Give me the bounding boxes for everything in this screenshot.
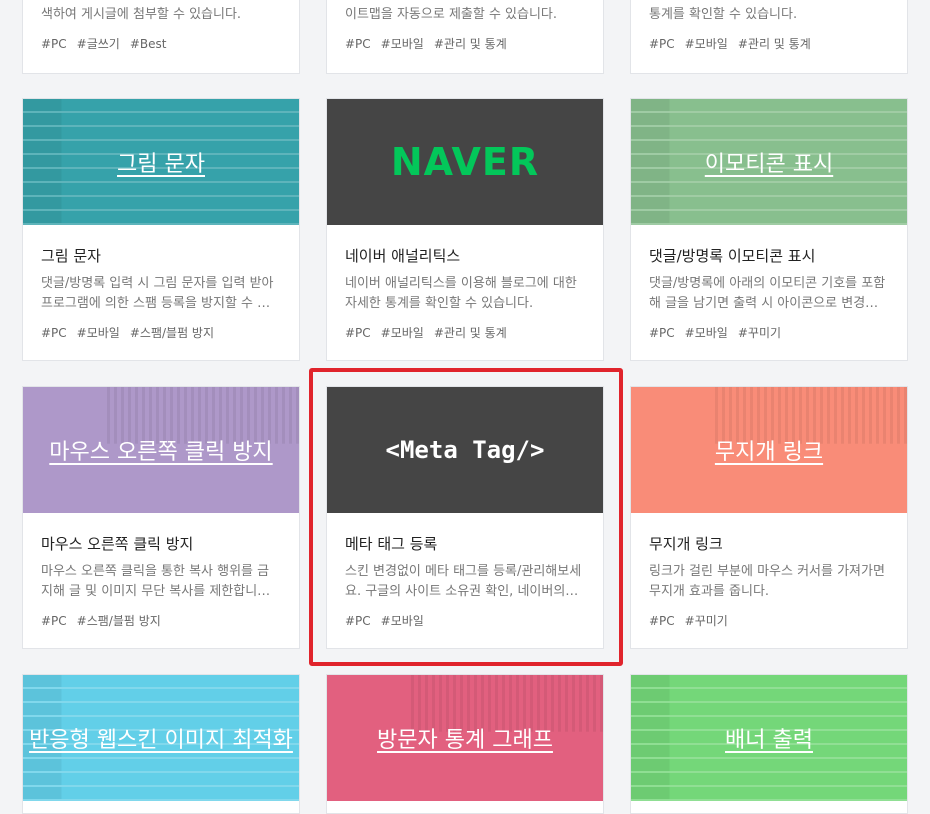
plugin-thumbnail[interactable]: 이모티콘 표시 [631,99,907,225]
plugin-card-top-1[interactable]: 색하여 게시글에 첨부할 수 있습니다. #PC #글쓰기 #Best [22,0,300,74]
plugin-desc: 마우스 오른쪽 클릭을 통한 복사 행위를 금지해 글 및 이미지 무단 복사를… [41,564,274,599]
plugin-title[interactable]: 댓글/방명록 이모티콘 표시 [649,245,889,266]
plugin-card-responsive-image[interactable]: 반응형 웹스킨 이미지 최적화 [22,674,300,814]
plugin-title[interactable]: 마우스 오른쪽 클릭 방지 [41,533,281,554]
tag[interactable]: #모바일 [381,37,424,51]
plugin-desc: 링크가 걸린 부분에 마우스 커서를 가져가면 무지개 효과를 줍니다. [649,564,885,599]
tag[interactable]: #PC [41,614,67,628]
plugin-card-rainbow-link[interactable]: 무지개 링크 무지개 링크 링크가 걸린 부분에 마우스 커서를 가져가면 무지… [630,386,908,649]
tag[interactable]: #관리 및 통계 [434,37,507,51]
plugin-tags: #PC #모바일 #꾸미기 [649,324,889,341]
thumbnail-label: 배너 출력 [725,728,813,753]
tag[interactable]: #꾸미기 [685,614,728,628]
plugin-card-top-3[interactable]: 통계를 확인할 수 있습니다. #PC #모바일 #관리 및 통계 [630,0,908,74]
plugin-thumbnail[interactable]: 배너 출력 [631,675,907,801]
tag[interactable]: #PC [41,37,67,51]
tag[interactable]: #모바일 [685,37,728,51]
tag[interactable]: #모바일 [381,326,424,340]
plugin-tags: #PC #모바일 #관리 및 통계 [345,324,585,341]
tag[interactable]: #모바일 [77,326,120,340]
plugin-tags: #PC #모바일 #스팸/블펌 방지 [41,324,281,341]
tag[interactable]: #PC [649,326,675,340]
plugin-card-visitor-graph[interactable]: 방문자 통계 그래프 [326,674,604,814]
tag[interactable]: #PC [345,326,371,340]
tag[interactable]: #관리 및 통계 [738,37,811,51]
plugin-thumbnail[interactable]: 무지개 링크 [631,387,907,513]
tag[interactable]: #PC [649,37,675,51]
plugin-desc: 색하여 게시글에 첨부할 수 있습니다. [41,7,242,22]
tag[interactable]: #글쓰기 [77,37,120,51]
plugin-title[interactable]: 무지개 링크 [649,533,889,554]
tag[interactable]: #Best [130,37,167,51]
plugin-desc: 댓글/방명록 입력 시 그림 문자를 입력 받아 프로그램에 의한 스팸 등록을… [41,276,274,311]
plugin-thumbnail[interactable]: 그림 문자 [23,99,299,225]
plugin-card-emoticon-display[interactable]: 이모티콘 표시 댓글/방명록 이모티콘 표시 댓글/방명록에 아래의 이모티콘 … [630,98,908,361]
plugin-title[interactable]: 그림 문자 [41,245,281,266]
tag[interactable]: #모바일 [685,326,728,340]
thumbnail-label: 방문자 통계 그래프 [377,728,553,753]
plugin-desc: 네이버 애널리틱스를 이용해 블로그에 대한 자세한 통계를 확인할 수 있습니… [345,276,577,311]
thumbnail-label: 그림 문자 [117,152,205,177]
plugin-tags: #PC #스팸/블펌 방지 [41,612,281,629]
tag[interactable]: #PC [41,326,67,340]
tag[interactable]: #PC [345,37,371,51]
plugin-desc: 이트맵을 자동으로 제출할 수 있습니다. [345,7,558,22]
plugin-title[interactable]: 네이버 애널리틱스 [345,245,585,266]
selection-highlight [309,368,623,666]
naver-logo: NAVER [390,140,540,184]
thumbnail-label: 이모티콘 표시 [704,152,834,177]
tag[interactable]: #꾸미기 [738,326,781,340]
tag[interactable]: #스팸/블펌 방지 [77,614,161,628]
plugin-tags: #PC #꾸미기 [649,612,889,629]
plugin-thumbnail[interactable]: NAVER [327,99,603,225]
plugin-card-banner[interactable]: 배너 출력 [630,674,908,814]
plugin-desc: 댓글/방명록에 아래의 이모티콘 기호를 포함해 글을 남기면 출력 시 아이콘… [649,276,886,311]
plugin-tags: #PC #글쓰기 #Best [41,35,281,52]
thumbnail-label: 무지개 링크 [714,440,824,465]
plugin-thumbnail[interactable]: 마우스 오른쪽 클릭 방지 [23,387,299,513]
plugin-card-naver-analytics[interactable]: NAVER 네이버 애널리틱스 네이버 애널리틱스를 이용해 블로그에 대한 자… [326,98,604,361]
plugin-card-right-click-block[interactable]: 마우스 오른쪽 클릭 방지 마우스 오른쪽 클릭 방지 마우스 오른쪽 클릭을 … [22,386,300,649]
tag[interactable]: #PC [649,614,675,628]
thumbnail-label: 마우스 오른쪽 클릭 방지 [49,440,273,465]
plugin-tags: #PC #모바일 #관리 및 통계 [345,35,585,52]
tag[interactable]: #관리 및 통계 [434,326,507,340]
plugin-card-top-2[interactable]: 이트맵을 자동으로 제출할 수 있습니다. #PC #모바일 #관리 및 통계 [326,0,604,74]
plugin-thumbnail[interactable]: 반응형 웹스킨 이미지 최적화 [23,675,299,801]
tag[interactable]: #스팸/블펌 방지 [130,326,214,340]
plugin-card-emoticon-captcha[interactable]: 그림 문자 그림 문자 댓글/방명록 입력 시 그림 문자를 입력 받아 프로그… [22,98,300,361]
plugin-thumbnail[interactable]: 방문자 통계 그래프 [327,675,603,801]
thumbnail-label: 반응형 웹스킨 이미지 최적화 [29,728,293,753]
plugin-desc: 통계를 확인할 수 있습니다. [649,7,798,22]
plugin-tags: #PC #모바일 #관리 및 통계 [649,35,889,52]
